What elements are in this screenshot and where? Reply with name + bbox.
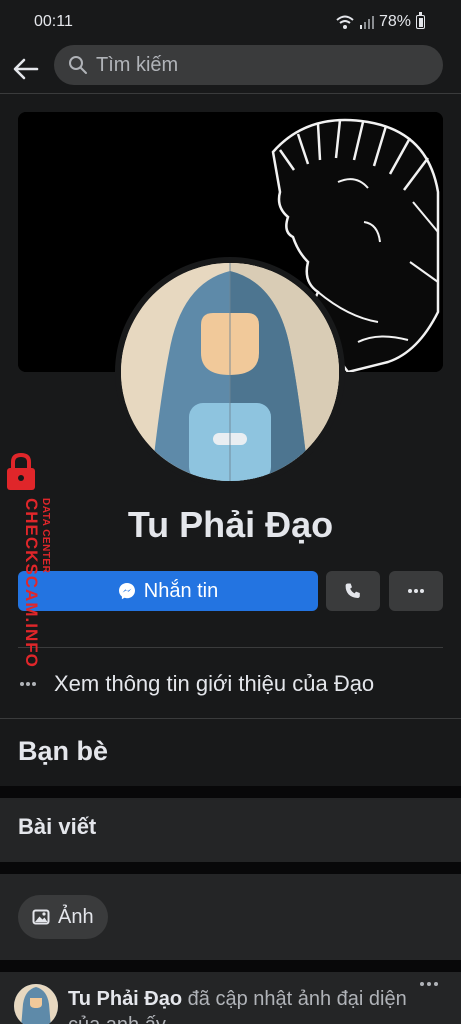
more-dots-icon	[408, 589, 424, 593]
message-button[interactable]: Nhắn tin	[18, 571, 318, 611]
post-header-text: Tu Phải Đạo đã cập nhật ảnh đại diện của…	[68, 986, 413, 1024]
hooded-figure-icon	[121, 263, 339, 481]
search-bar[interactable]	[54, 45, 443, 85]
more-dots-icon[interactable]	[418, 980, 440, 988]
search-input[interactable]	[96, 53, 416, 77]
friends-section-title[interactable]: Bạn bè	[18, 736, 108, 767]
post-author-avatar[interactable]	[14, 984, 58, 1024]
profile-name: Tu Phải Đạo	[127, 504, 334, 545]
status-time: 00:11	[34, 13, 73, 30]
battery-icon	[416, 12, 425, 29]
about-info-text: Xem thông tin giới thiệu của Đạo	[54, 671, 375, 696]
call-button[interactable]	[326, 571, 380, 611]
section-separator	[0, 862, 461, 874]
about-info-link[interactable]: Xem thông tin giới thiệu của Đạo	[18, 664, 443, 704]
search-icon	[69, 56, 87, 74]
photos-filter-label: Ảnh	[58, 905, 94, 928]
post-author-name[interactable]: Tu Phải Đạo	[68, 988, 182, 1010]
divider	[18, 647, 443, 648]
top-bar	[0, 44, 461, 94]
wifi-icon	[336, 15, 354, 29]
messenger-icon	[118, 583, 135, 600]
signal-icon	[359, 16, 374, 29]
posts-section-title: Bài viết	[18, 814, 97, 839]
posts-section: Bài viết	[0, 798, 461, 862]
watermark: CHECKSCAM.INFO DATA CENTER	[0, 452, 56, 682]
status-icons: 78%	[335, 12, 425, 31]
battery-percent: 78%	[378, 13, 411, 30]
lock-icon	[7, 452, 35, 490]
watermark-line-1: DATA CENTER	[40, 498, 51, 574]
back-arrow-icon	[13, 58, 39, 79]
profile-picture[interactable]	[115, 257, 345, 487]
divider	[0, 718, 461, 719]
avatar	[121, 263, 339, 481]
section-separator	[0, 960, 461, 972]
photos-filter-chip[interactable]: Ảnh	[18, 895, 108, 939]
status-bar: 00:11 78%	[0, 0, 461, 44]
message-button-label: Nhắn tin	[143, 579, 219, 602]
watermark-line-2: CHECKSCAM.INFO	[22, 498, 41, 668]
hooded-figure-icon	[14, 984, 58, 1024]
back-button[interactable]	[0, 44, 52, 94]
more-options-button[interactable]	[389, 571, 443, 611]
section-separator	[0, 786, 461, 798]
photo-icon	[32, 909, 50, 925]
phone-icon	[345, 583, 360, 598]
